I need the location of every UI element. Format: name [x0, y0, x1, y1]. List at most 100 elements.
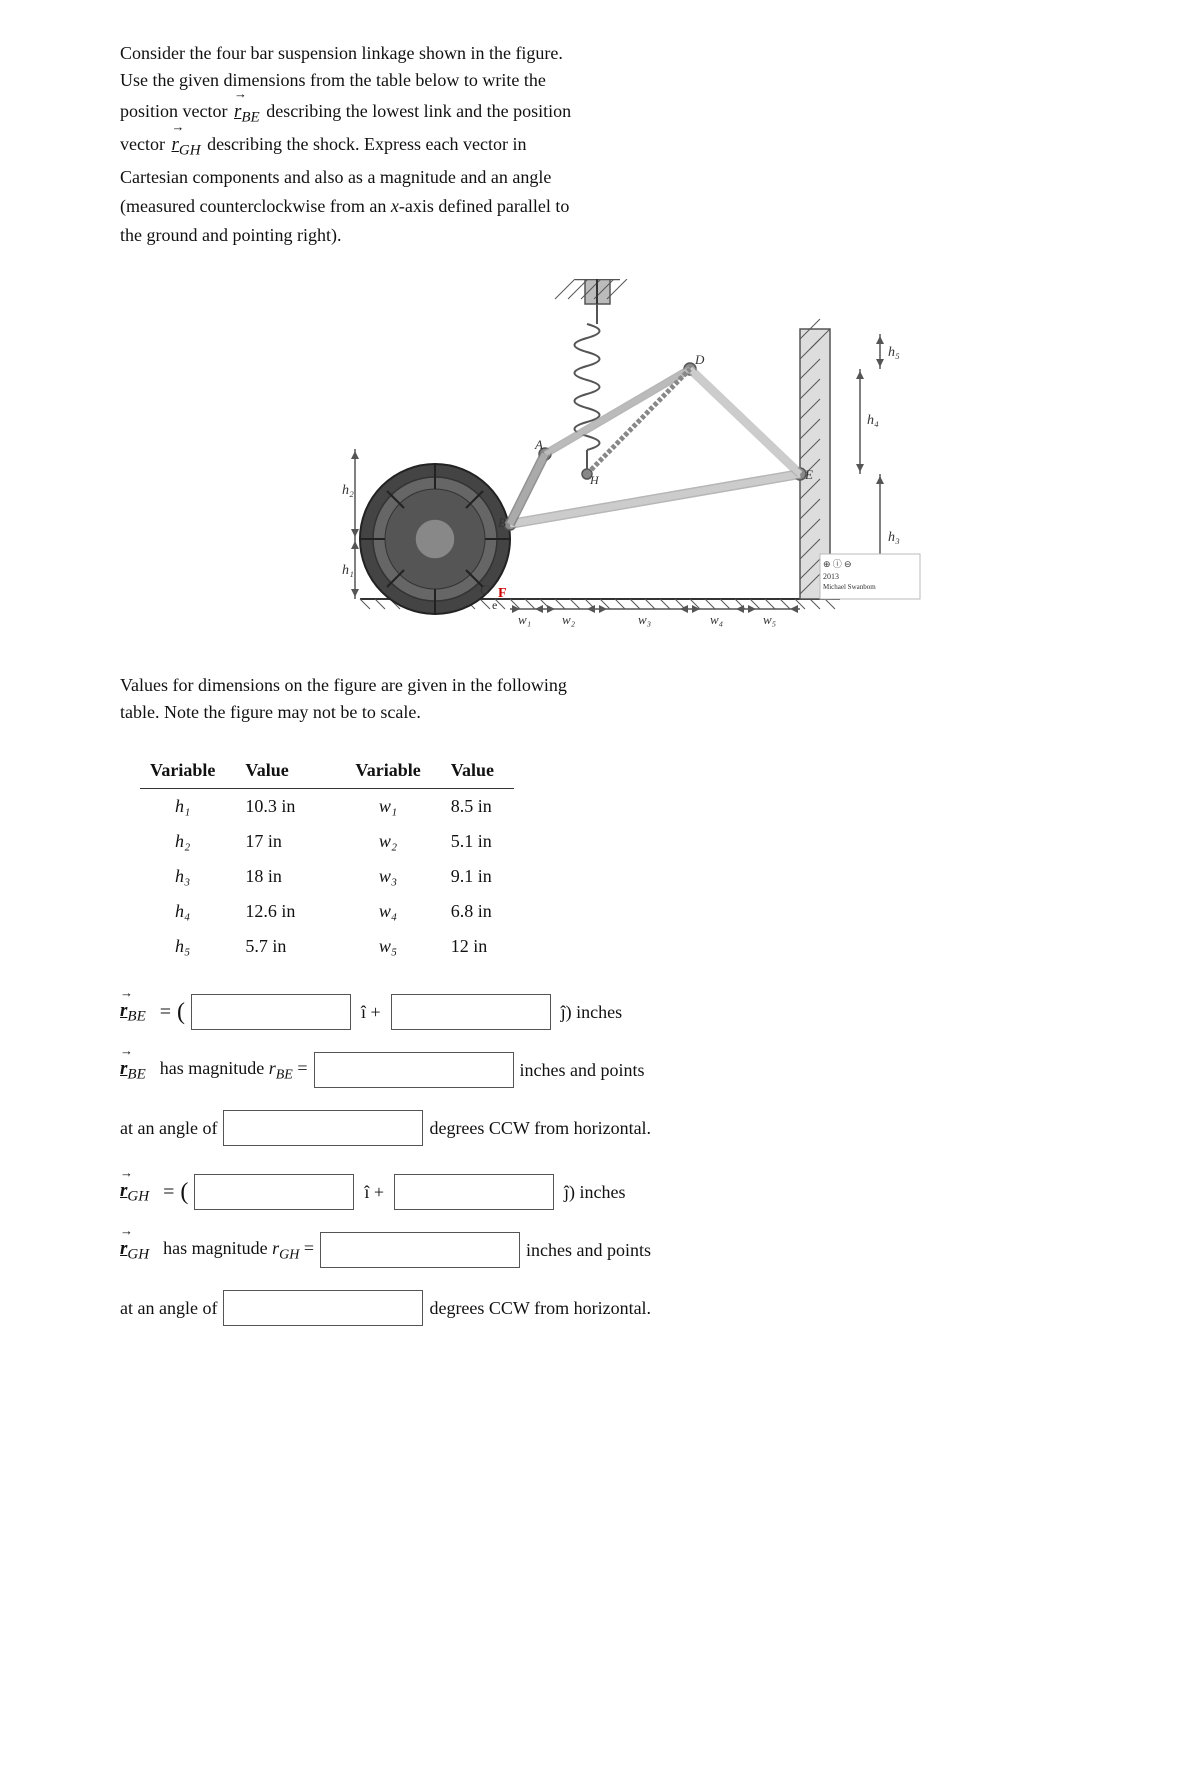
table-note-2: table. Note the figure may not be to sca…	[120, 699, 1080, 726]
var1-cell: h₃	[140, 859, 235, 894]
svg-text:w₅: w₅	[763, 612, 776, 627]
var1-cell: h₂	[140, 824, 235, 859]
val1-cell: 10.3 in	[235, 789, 315, 825]
rGH-mag-units: inches and points	[526, 1237, 651, 1264]
val2-cell: 9.1 in	[441, 859, 514, 894]
rGH-y-input[interactable]	[394, 1174, 554, 1210]
rGH-mag-vec-label: → rGH	[120, 1235, 149, 1266]
col1-header: Variable	[140, 753, 235, 789]
svg-text:h₄: h₄	[867, 413, 879, 428]
rBE-section: → rBE = ( î + ĵ) inches → rBE has magnit…	[120, 994, 1080, 1146]
rGH-angle-pre: at an angle of	[120, 1295, 217, 1322]
val1-cell: 5.7 in	[235, 929, 315, 964]
rGH-equals: =	[163, 1177, 174, 1207]
vec-rBE-label: → rBE	[234, 98, 260, 129]
intro-p6: the ground and pointing right).	[120, 222, 1080, 249]
rBE-angle-units: degrees CCW from horizontal.	[429, 1115, 651, 1142]
svg-text:Michael Swanbom: Michael Swanbom	[823, 583, 876, 591]
var2-cell: w₁	[315, 789, 440, 825]
var2-cell: w₅	[315, 929, 440, 964]
val2-cell: 6.8 in	[441, 894, 514, 929]
rGH-j-hat: ĵ) inches	[564, 1179, 625, 1206]
svg-text:E: E	[804, 467, 813, 482]
rBE-i-hat: î +	[361, 999, 381, 1026]
rGH-angle-input[interactable]	[223, 1290, 423, 1326]
var2-cell: w₂	[315, 824, 440, 859]
svg-text:A: A	[534, 437, 543, 452]
rBE-angle-input[interactable]	[223, 1110, 423, 1146]
svg-text:h₁: h₁	[342, 563, 354, 578]
rBE-y-input[interactable]	[391, 994, 551, 1030]
intro-p1: Consider the four bar suspension linkage…	[120, 40, 1080, 94]
svg-text:H: H	[589, 473, 600, 487]
rGH-paren-open: (	[180, 1180, 188, 1204]
svg-text:w₁: w₁	[518, 612, 531, 627]
table-section: Values for dimensions on the figure are …	[120, 672, 1080, 964]
svg-text:e: e	[492, 598, 497, 612]
svg-text:h₅: h₅	[888, 345, 900, 360]
col3-header: Variable	[315, 753, 440, 789]
rGH-magnitude-row: → rGH has magnitude rGH = inches and poi…	[120, 1232, 1080, 1268]
table-note-1: Values for dimensions on the figure are …	[120, 672, 1080, 699]
svg-text:w₄: w₄	[710, 612, 724, 627]
val1-cell: 18 in	[235, 859, 315, 894]
table-row: h₃ 18 in w₃ 9.1 in	[140, 859, 514, 894]
rGH-vector-row: → rGH = ( î + ĵ) inches	[120, 1174, 1080, 1210]
vec-rGH-label-intro: → rGH	[171, 131, 200, 162]
rGH-section: → rGH = ( î + ĵ) inches → rGH has magnit…	[120, 1174, 1080, 1326]
rGH-i-hat: î +	[364, 1179, 384, 1206]
intro-p4: Cartesian components and also as a magni…	[120, 164, 1080, 191]
val2-cell: 12 in	[441, 929, 514, 964]
svg-text:B: B	[498, 515, 506, 530]
rBE-vector-label: → rBE	[120, 997, 146, 1028]
var1-cell: h₁	[140, 789, 235, 825]
svg-text:h₃: h₃	[888, 530, 900, 545]
val2-cell: 5.1 in	[441, 824, 514, 859]
rBE-mag-text: has magnitude rBE =	[160, 1055, 308, 1086]
rBE-mag-units: inches and points	[520, 1057, 645, 1084]
intro-p5: (measured counterclockwise from an x-axi…	[120, 193, 1080, 220]
table-row: h₅ 5.7 in w₅ 12 in	[140, 929, 514, 964]
problem-intro: Consider the four bar suspension linkage…	[120, 40, 1080, 249]
table-row: h₄ 12.6 in w₄ 6.8 in	[140, 894, 514, 929]
rGH-x-input[interactable]	[194, 1174, 354, 1210]
rBE-j-hat: ĵ) inches	[561, 999, 622, 1026]
rBE-magnitude-input[interactable]	[314, 1052, 514, 1088]
rGH-vector-label: → rGH	[120, 1177, 149, 1208]
rBE-magnitude-row: → rBE has magnitude rBE = inches and poi…	[120, 1052, 1080, 1088]
var2-cell: w₄	[315, 894, 440, 929]
val1-cell: 17 in	[235, 824, 315, 859]
svg-text:h₂: h₂	[342, 483, 354, 498]
rBE-paren-open: (	[177, 1000, 185, 1024]
val2-cell: 8.5 in	[441, 789, 514, 825]
col4-header: Value	[441, 753, 514, 789]
rGH-magnitude-input[interactable]	[320, 1232, 520, 1268]
dimensions-table: Variable Value Variable Value h₁ 10.3 in…	[140, 753, 514, 964]
val1-cell: 12.6 in	[235, 894, 315, 929]
rGH-angle-units: degrees CCW from horizontal.	[429, 1295, 651, 1322]
rBE-angle-row: at an angle of degrees CCW from horizont…	[120, 1110, 1080, 1146]
svg-text:D: D	[694, 352, 705, 367]
rBE-x-input[interactable]	[191, 994, 351, 1030]
intro-p3: vector → rGH describing the shock. Expre…	[120, 131, 1080, 162]
rGH-mag-text: has magnitude rGH =	[163, 1235, 314, 1266]
rBE-equals: =	[160, 997, 171, 1027]
svg-text:2013: 2013	[823, 572, 839, 581]
var2-cell: w₃	[315, 859, 440, 894]
rGH-angle-row: at an angle of degrees CCW from horizont…	[120, 1290, 1080, 1326]
suspension-figure: h₂ h₁ A D	[260, 279, 940, 634]
rBE-mag-vec-label: → rBE	[120, 1055, 146, 1086]
figure-container: h₂ h₁ A D	[120, 279, 1080, 642]
intro-p2: position vector → rBE describing the low…	[120, 98, 1080, 129]
figure-wrapper: h₂ h₁ A D	[260, 279, 940, 642]
rBE-angle-pre: at an angle of	[120, 1115, 217, 1142]
var1-cell: h₅	[140, 929, 235, 964]
var1-cell: h₄	[140, 894, 235, 929]
svg-text:w₃: w₃	[638, 612, 651, 627]
rBE-vector-row: → rBE = ( î + ĵ) inches	[120, 994, 1080, 1030]
svg-text:w₂: w₂	[562, 612, 576, 627]
table-row: h₁ 10.3 in w₁ 8.5 in	[140, 789, 514, 825]
svg-text:F: F	[498, 586, 507, 601]
svg-text:C: C	[480, 582, 489, 597]
svg-text:⊕ ⓘ ⊖: ⊕ ⓘ ⊖	[823, 559, 852, 569]
